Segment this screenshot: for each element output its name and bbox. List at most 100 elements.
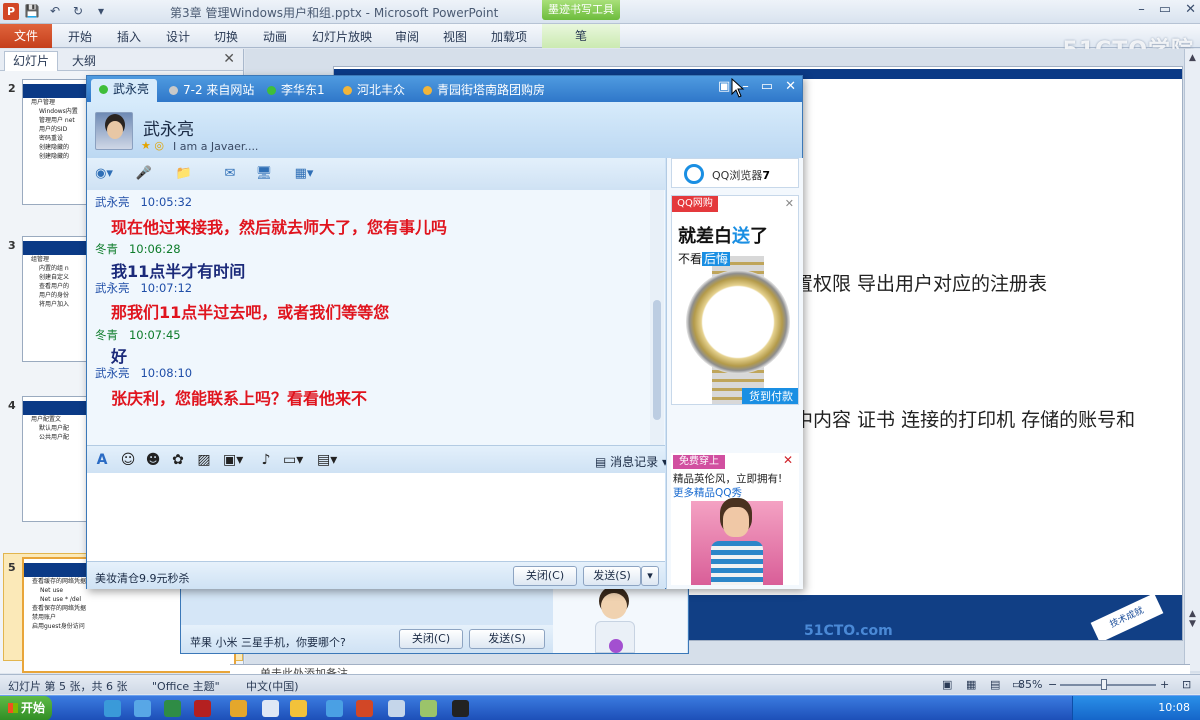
page-up-icon[interactable]: ▲ — [1185, 609, 1200, 619]
watch-ad[interactable]: QQ网购 ✕ 就差白送了 不看 后悔 货到付款 — [671, 195, 799, 405]
windows-taskbar: 开始 10:08 — [0, 695, 1200, 720]
powerpoint-app-icon[interactable]: P — [3, 3, 19, 20]
ad-text[interactable]: 苹果 小米 三星手机，你要哪个? — [190, 634, 346, 650]
message-header: 武永亮 10:07:12 — [95, 280, 192, 296]
tab-review[interactable]: 审阅 — [395, 28, 419, 45]
zoom-slider-handle[interactable] — [1101, 679, 1107, 690]
start-button[interactable]: 开始 — [0, 696, 52, 720]
slide-sorter-icon[interactable]: ▦ — [966, 678, 976, 691]
more-qq-show-link[interactable]: 更多精品QQ秀 — [673, 485, 742, 500]
close-icon[interactable]: ✕ — [223, 51, 235, 67]
close-icon[interactable]: ✕ — [783, 453, 793, 467]
chat-tab[interactable]: 河北丰众 — [335, 80, 413, 100]
send-options-dropdown[interactable]: ▾ — [641, 566, 659, 586]
scroll-up-icon[interactable]: ▲ — [1185, 53, 1200, 63]
tab-outline[interactable]: 大纲 — [72, 52, 96, 69]
font-icon[interactable]: A — [93, 451, 111, 469]
tab-home[interactable]: 开始 — [68, 28, 92, 45]
chat-tab[interactable]: 青园街塔南路团购房 — [415, 80, 553, 100]
slide-number: 2 — [8, 82, 16, 95]
page-down-icon[interactable]: ▼ — [1185, 619, 1200, 629]
qq-show-ad[interactable]: 免费穿上 ✕ 精品英伦风，立即拥有! 更多精品QQ秀 — [671, 453, 799, 585]
ad-text[interactable]: 美妆清仓9.9元秒杀 — [95, 570, 190, 586]
ie-icon[interactable] — [104, 700, 121, 717]
maximize-icon[interactable]: ▭ — [1159, 2, 1171, 17]
notes-pane[interactable]: 单击此处添加备注 — [230, 664, 1190, 674]
maximize-icon[interactable]: ▭ — [761, 79, 773, 94]
explorer-icon[interactable] — [262, 700, 279, 717]
message-history-button[interactable]: ▤ 消息记录 ▾ — [595, 453, 668, 470]
browser-icon[interactable] — [164, 700, 181, 717]
sms-icon[interactable]: ✉ — [219, 164, 241, 184]
close-icon[interactable]: ✕ — [1185, 2, 1196, 17]
file-transfer-icon[interactable]: 📁▾ — [173, 164, 195, 201]
chat-message-area[interactable]: 武永亮 10:05:32 现在他过来接我，然后就去师大了，您有事儿吗 冬青 10… — [87, 190, 665, 445]
media-player-icon[interactable] — [134, 700, 151, 717]
close-icon[interactable]: ✕ — [785, 197, 794, 210]
ink-tools-context-label: 墨迹书写工具 — [542, 0, 620, 20]
close-button[interactable]: 关闭(C) — [399, 629, 463, 649]
tab-animations[interactable]: 动画 — [263, 28, 287, 45]
cash-on-delivery-label[interactable]: 货到付款 — [742, 388, 798, 404]
editor-vertical-scrollbar[interactable]: ▲ ▲ ▼ — [1184, 49, 1200, 671]
tab-transitions[interactable]: 切换 — [214, 28, 238, 45]
zoom-in-icon[interactable]: + — [1160, 678, 1169, 691]
chat-tab[interactable]: 7-2 来自网站 — [161, 80, 262, 100]
undo-icon[interactable]: ↶ — [47, 3, 63, 20]
chat-scrollbar[interactable] — [650, 190, 664, 445]
language-indicator[interactable]: 中文(中国) — [246, 678, 299, 694]
tab-slideshow[interactable]: 幻灯片放映 — [312, 28, 372, 45]
tab-insert[interactable]: 插入 — [117, 28, 141, 45]
send-button[interactable]: 发送(S) — [583, 566, 641, 586]
zoom-level[interactable]: 85% — [1018, 678, 1042, 691]
tab-list-icon[interactable]: ▣ — [718, 79, 730, 94]
screen-share-icon[interactable]: ▭▾ — [283, 451, 303, 469]
image-icon[interactable]: ▣▾ — [223, 451, 243, 469]
customize-toolbar-icon[interactable]: ▾ — [93, 3, 109, 20]
tab-addins[interactable]: 加载项 — [491, 28, 527, 45]
music-icon[interactable]: ♪ — [257, 451, 275, 469]
zoom-out-icon[interactable]: − — [1048, 678, 1057, 691]
app-icon[interactable] — [326, 700, 343, 717]
magic-emoji-icon[interactable]: ☻ — [144, 451, 162, 469]
redo-icon[interactable]: ↻ — [70, 3, 86, 20]
save-icon[interactable]: 💾 — [24, 3, 40, 20]
chat-tab[interactable]: 李华东1 — [259, 80, 333, 100]
screenshot-icon[interactable]: ▨ — [195, 451, 213, 469]
contact-name[interactable]: 武永亮 — [143, 115, 194, 140]
send-button[interactable]: 发送(S) — [469, 629, 545, 649]
fit-slide-icon[interactable]: ⊡ — [1182, 678, 1191, 691]
emoji-icon[interactable]: ☺ — [119, 451, 137, 469]
tab-view[interactable]: 视图 — [443, 28, 467, 45]
tab-slides[interactable]: 幻灯片 — [4, 51, 59, 71]
minimize-icon[interactable]: – — [1138, 2, 1145, 17]
voice-call-icon[interactable]: 🎤▾ — [133, 164, 155, 201]
notes-icon[interactable] — [420, 700, 437, 717]
apps-icon[interactable]: ▦▾ — [293, 164, 315, 184]
red-packet-icon[interactable]: ▤▾ — [317, 451, 337, 469]
recorder-icon[interactable] — [194, 700, 211, 717]
powerpoint-taskbar-icon[interactable] — [356, 700, 373, 717]
chat-tab-active[interactable]: 武永亮 — [91, 79, 158, 102]
nudge-icon[interactable]: ✿ — [169, 451, 187, 469]
contact-avatar[interactable] — [95, 112, 133, 150]
chat-scroll-thumb[interactable] — [653, 300, 661, 420]
remote-desktop-icon[interactable]: 🖥▾ — [253, 164, 275, 201]
clock[interactable]: 10:08 — [1158, 701, 1190, 714]
ribbon-tab-bar: 文件 开始 插入 设计 切换 动画 幻灯片放映 审阅 视图 加载项 笔 — [0, 24, 1200, 48]
tab-pen[interactable]: 笔 — [542, 24, 620, 48]
console-icon[interactable] — [452, 700, 469, 717]
message-input[interactable] — [87, 473, 665, 561]
window-icon[interactable] — [388, 700, 405, 717]
tab-design[interactable]: 设计 — [166, 28, 190, 45]
qq-browser-ad[interactable]: QQ浏览器7 — [671, 158, 799, 188]
tab-file[interactable]: 文件 — [0, 24, 52, 48]
tool-icon[interactable] — [230, 700, 247, 717]
close-button[interactable]: 关闭(C) — [513, 566, 577, 586]
video-call-icon[interactable]: ◉▾ — [93, 164, 115, 184]
folder-icon[interactable] — [290, 700, 307, 717]
normal-view-icon[interactable]: ▣ — [942, 678, 952, 691]
reading-view-icon[interactable]: ▤ — [990, 678, 1000, 691]
close-icon[interactable]: ✕ — [785, 79, 796, 94]
zoom-slider[interactable] — [1060, 684, 1156, 686]
